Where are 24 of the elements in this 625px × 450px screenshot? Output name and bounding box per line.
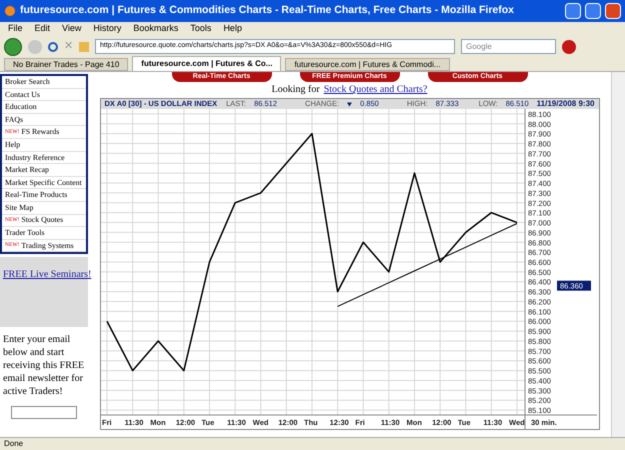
- window-title: futuresource.com | Futures & Commodities Charts - Real-Time Charts, Free Charts - Mozilla Firefox: [20, 3, 516, 18]
- status-text: Done: [4, 438, 24, 450]
- browser-tab[interactable]: futuresource.com | Futures & Co...: [132, 56, 282, 71]
- menu-item[interactable]: Edit: [34, 22, 50, 36]
- newsletter-text: Enter your email below and start receiving this FREE email newsletter for active Traders!: [2, 333, 86, 398]
- search-field[interactable]: Google: [461, 39, 556, 54]
- menu-item[interactable]: Help: [223, 22, 242, 36]
- chart-datetime: 11/19/2008 9:30: [536, 98, 594, 110]
- scrollbar[interactable]: [611, 72, 625, 437]
- maximize-button[interactable]: [585, 3, 601, 19]
- minimize-button[interactable]: [565, 3, 581, 19]
- seminar-link[interactable]: FREE Live Seminars!: [3, 269, 92, 280]
- menu-item[interactable]: Tools: [190, 22, 212, 36]
- stock-quotes-link[interactable]: Stock Quotes and Charts?: [324, 84, 428, 96]
- browser-tab[interactable]: No Brainer Trades - Page 410: [4, 58, 128, 71]
- browser-tab[interactable]: futuresource.com | Futures & Commodi...: [285, 58, 450, 71]
- looking-for-text: Looking for: [272, 84, 320, 96]
- menu-item[interactable]: Bookmarks: [133, 22, 178, 36]
- menu-item[interactable]: History: [93, 22, 122, 36]
- email-field[interactable]: [11, 406, 77, 420]
- menu-item[interactable]: File: [8, 22, 23, 36]
- close-button[interactable]: [605, 3, 621, 19]
- back-button[interactable]: [4, 38, 22, 56]
- menu-item[interactable]: View: [62, 22, 82, 36]
